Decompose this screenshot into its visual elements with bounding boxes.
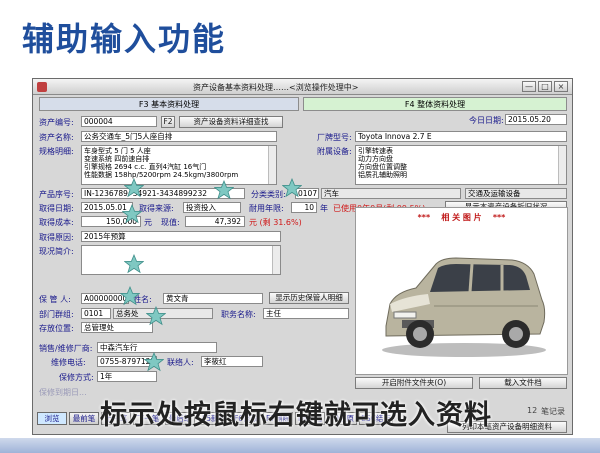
acq-date-label: 取得日期: — [39, 204, 74, 213]
nav-browse[interactable]: 浏览 — [37, 412, 67, 425]
asset-window: 资产设备基本资料处理……<浏览操作处理中> — □ × F3 基本资料处理 F4… — [32, 78, 573, 435]
serial-label: 产品序号: — [39, 190, 74, 199]
detail-search-button[interactable]: 资产设备资料详细查找 — [179, 116, 283, 128]
category-label: 分类类别: — [251, 190, 286, 199]
slide-bottom-bar — [0, 438, 600, 453]
star-marker-icon — [143, 351, 165, 372]
contact-field[interactable]: 李筱红 — [201, 356, 263, 367]
close-button[interactable]: × — [554, 81, 568, 92]
nav-first[interactable]: 最前笔 — [69, 412, 99, 425]
dept-label: 部门群组: — [39, 310, 74, 319]
model-label: 厂牌型号: — [317, 133, 352, 142]
location-label: 存放位置: — [39, 324, 74, 333]
overlay-caption: 标示处按鼠标右键就可选入资料 — [100, 400, 492, 431]
warranty-field[interactable]: 1年 — [97, 371, 157, 382]
open-attachment-button[interactable]: 开启附件文件夹(O) — [355, 377, 473, 389]
photo-title-stars-right: *** — [492, 213, 506, 222]
star-marker-icon — [119, 285, 141, 306]
accessory-line: 引擎转速表 — [358, 147, 393, 155]
star-marker-icon — [123, 177, 145, 198]
life-unit: 年 — [320, 204, 328, 213]
current-value-label: 现值: — [161, 218, 180, 227]
vendor-label: 销售/维修厂商: — [39, 344, 93, 353]
spec-label: 规格明细: — [39, 147, 74, 156]
ghost-row-text: 保修到期日... — [39, 388, 87, 397]
star-marker-icon — [213, 179, 235, 200]
intro-memo[interactable] — [81, 245, 281, 275]
accessory-line: 方向盘位置调整 — [358, 163, 407, 171]
window-title: 资产设备基本资料处理……<浏览操作处理中> — [193, 83, 359, 92]
life-label: 耐用年限: — [249, 204, 284, 213]
location-field[interactable]: 总管理处 — [81, 322, 153, 333]
maximize-button[interactable]: □ — [538, 81, 552, 92]
car-photo — [382, 257, 546, 357]
star-marker-icon — [123, 253, 145, 274]
photo-title-row: *** 相 关 图 片 *** — [356, 212, 567, 223]
cost-currency: 元 — [144, 218, 152, 227]
accessory-line: 动力方向盘 — [358, 155, 393, 163]
spec-line: 变速系统 四前速自排 — [84, 155, 150, 163]
tab-basic-data[interactable]: F3 基本资料处理 — [39, 97, 299, 111]
keeper-label: 保 管 人: — [39, 295, 71, 304]
star-marker-icon — [145, 305, 167, 326]
asset-no-label: 资产编号: — [39, 118, 74, 127]
accessory-memo[interactable]: 引擎转速表 动力方向盘 方向盘位置调整 铝质孔辅助照明 — [355, 145, 567, 185]
spec-scrollbar[interactable] — [268, 146, 276, 184]
star-marker-icon — [121, 203, 143, 224]
keeper-name-field[interactable]: 黄文青 — [163, 293, 263, 304]
app-icon — [37, 82, 47, 92]
reason-field[interactable]: 2015年预算 — [81, 231, 281, 242]
minimize-button[interactable]: — — [522, 81, 536, 92]
tab-overall-data[interactable]: F4 整体资料处理 — [303, 97, 567, 111]
contact-label: 联络人: — [167, 358, 194, 367]
position-label: 职务名称: — [221, 310, 256, 319]
model-field[interactable]: Toyota Innova 2.7 E — [355, 131, 567, 142]
category-group-field: 交通及运输设备 — [465, 188, 567, 199]
today-label: 今日日期: — [469, 116, 504, 125]
current-value-unit: 元 (剩 31.6%) — [249, 218, 302, 227]
accessory-line: 铝质孔辅助照明 — [358, 171, 407, 179]
position-field[interactable]: 主任 — [263, 308, 349, 319]
today-field[interactable]: 2015.05.20 — [505, 114, 567, 125]
record-count: 12 — [527, 406, 538, 415]
f2-badge[interactable]: F2 — [161, 116, 175, 128]
acq-source-field[interactable]: 投资投入 — [183, 202, 241, 213]
spec-line: 车身型式 5 门 5 人座 — [84, 147, 151, 155]
slide-title: 辅助输入功能 — [22, 20, 227, 58]
accessory-scrollbar[interactable] — [558, 146, 566, 184]
photo-title-stars-left: *** — [417, 213, 431, 222]
asset-name-field[interactable]: 公务交通车_5门5人座自排 — [81, 131, 277, 142]
photo-panel: *** 相 关 图 片 *** — [355, 207, 568, 375]
accessory-label: 附属设备: — [317, 147, 352, 156]
import-doc-button[interactable]: 载入文件档 — [479, 377, 567, 389]
record-label: 笔记录 — [541, 407, 565, 416]
intro-label: 现况简介: — [39, 247, 74, 256]
cost-label: 取得成本: — [39, 218, 74, 227]
keeper-history-button[interactable]: 显示历史保管人明细 — [269, 292, 349, 304]
spec-memo[interactable]: 车身型式 5 门 5 人座 变速系统 四前速自排 引擎规格 2694 c.c. … — [81, 145, 277, 185]
dept-code-field[interactable]: 0101 — [81, 308, 111, 319]
spec-line: 性能数据 158hp/5200rpm 24.5kgm/3800rpm — [84, 171, 239, 179]
reason-label: 取得原因: — [39, 233, 74, 242]
asset-name-label: 资产名称: — [39, 133, 74, 142]
asset-no-field[interactable]: 000004 — [81, 116, 157, 127]
acq-source-label: 取得来源: — [139, 204, 174, 213]
category-name-field: 汽车 — [321, 188, 461, 199]
window-titlebar: 资产设备基本资料处理……<浏览操作处理中> — □ × — [33, 79, 572, 95]
intro-scrollbar[interactable] — [272, 246, 280, 274]
life-years-field[interactable]: 10 — [291, 202, 317, 213]
star-marker-icon — [281, 177, 303, 198]
warranty-label: 保修方式: — [59, 373, 94, 382]
phone-label: 维修电话: — [51, 358, 86, 367]
photo-title: 相 关 图 片 — [441, 213, 482, 222]
current-value-field: 47,392 — [185, 216, 245, 227]
spec-line: 引擎规格 2694 c.c. 直列4汽缸 16气门 — [84, 163, 207, 171]
